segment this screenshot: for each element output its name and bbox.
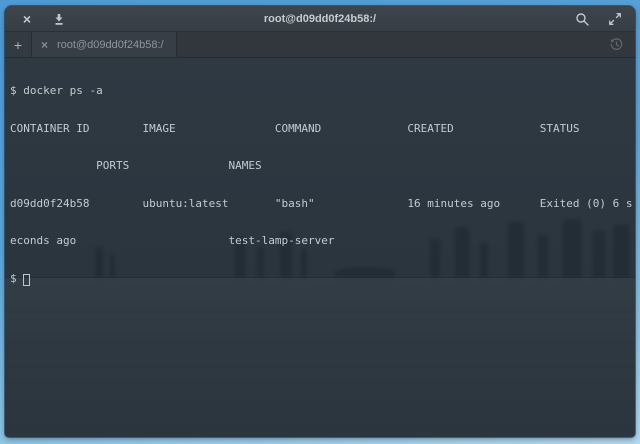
prompt-line: $ — [10, 273, 635, 286]
tabbar: + × root@d09dd0f24b58:/ — [5, 32, 635, 58]
terminal-line: CONTAINER ID IMAGE COMMAND CREATED STATU… — [10, 123, 635, 136]
fullscreen-icon — [608, 12, 622, 26]
terminal-cursor — [23, 274, 30, 286]
close-icon: × — [41, 38, 48, 52]
window-title: root@d09dd0f24b58:/ — [85, 6, 555, 32]
prompt: $ — [10, 272, 23, 285]
new-tab-button[interactable]: + — [5, 32, 32, 57]
tab-close-button[interactable]: × — [41, 39, 48, 51]
fullscreen-button[interactable] — [605, 9, 625, 29]
terminal-screen[interactable]: $ docker ps -a CONTAINER ID IMAGE COMMAN… — [5, 58, 635, 437]
tab-label: root@d09dd0f24b58:/ — [57, 39, 164, 51]
tabbar-spacer — [177, 32, 606, 57]
close-icon: × — [23, 12, 31, 26]
search-icon — [575, 12, 590, 27]
history-icon — [609, 37, 624, 52]
history-button[interactable] — [606, 35, 626, 55]
terminal-line: d09dd0f24b58 ubuntu:latest "bash" 16 min… — [10, 198, 635, 211]
terminal-line: econds ago test-lamp-server — [10, 235, 635, 248]
search-button[interactable] — [572, 9, 592, 29]
titlebar: × root@d09dd0f24b58:/ — [5, 6, 635, 32]
download-button[interactable] — [49, 9, 69, 29]
tab-active[interactable]: × root@d09dd0f24b58:/ — [32, 32, 177, 57]
plus-icon: + — [14, 37, 22, 53]
terminal-line: PORTS NAMES — [10, 160, 635, 173]
terminal-window: × root@d09dd0f24b58:/ — [5, 6, 635, 437]
download-icon — [52, 12, 66, 26]
terminal-line: $ docker ps -a — [10, 85, 635, 98]
terminal-output: $ docker ps -a CONTAINER ID IMAGE COMMAN… — [5, 58, 635, 310]
window-close-button[interactable]: × — [17, 9, 37, 29]
